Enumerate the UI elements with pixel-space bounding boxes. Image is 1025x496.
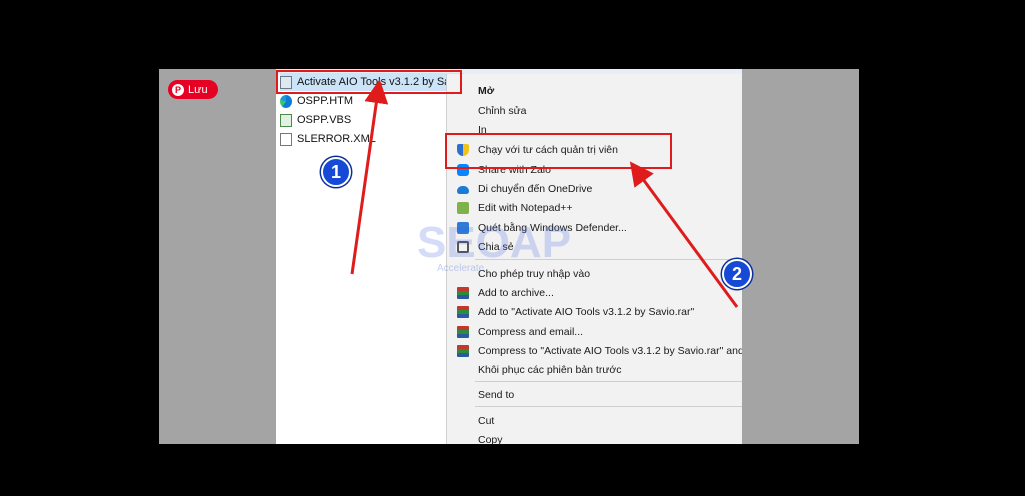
step-badge-1: 1 <box>321 157 351 187</box>
arrow-1 <box>350 79 389 275</box>
screenshot-frame: P Lưu Activate AIO Tools v3.1.2 by Savio… <box>159 69 859 444</box>
annotation-arrows <box>350 79 739 308</box>
arrow-2 <box>629 161 739 308</box>
step-badge-2: 2 <box>722 259 752 289</box>
